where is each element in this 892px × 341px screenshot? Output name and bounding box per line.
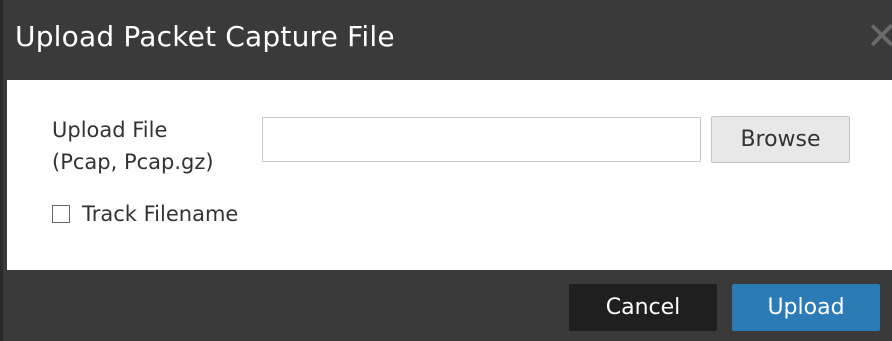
upload-button[interactable]: Upload <box>732 284 880 331</box>
dialog-footer: Cancel Upload <box>3 270 892 341</box>
cancel-button[interactable]: Cancel <box>569 284 717 331</box>
upload-packet-capture-dialog: Upload Packet Capture File ✕ Upload File… <box>0 0 892 341</box>
close-icon[interactable]: ✕ <box>866 16 892 56</box>
dialog-title: Upload Packet Capture File <box>15 20 395 53</box>
upload-file-label-line1: Upload File <box>52 118 168 142</box>
dialog-titlebar: Upload Packet Capture File ✕ <box>3 0 892 80</box>
track-filename-row: Track Filename <box>52 200 238 228</box>
track-filename-checkbox[interactable] <box>52 205 70 223</box>
browse-button[interactable]: Browse <box>711 116 850 163</box>
upload-file-label: Upload File (Pcap, Pcap.gz) <box>52 114 214 178</box>
upload-file-label-line2: (Pcap, Pcap.gz) <box>52 150 214 174</box>
file-path-input[interactable] <box>262 117 701 162</box>
dialog-body: Upload File (Pcap, Pcap.gz) Browse Track… <box>7 80 892 270</box>
track-filename-label[interactable]: Track Filename <box>82 202 238 226</box>
